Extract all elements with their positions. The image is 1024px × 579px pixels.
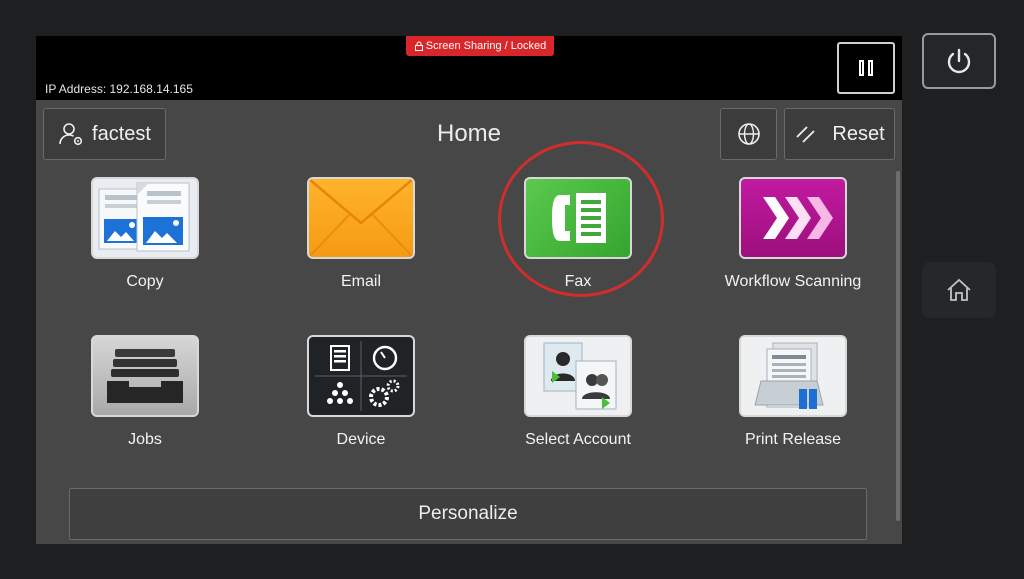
user-settings-icon [59,123,83,146]
screen-lock-banner: Screen Sharing / Locked [406,36,554,56]
device-icon [307,335,415,417]
globe-icon [737,123,760,145]
personalize-button[interactable]: Personalize [69,488,867,540]
app-jobs[interactable]: Jobs [55,335,235,465]
home-icon [947,278,971,301]
highlight-circle [498,141,664,297]
lock-icon [414,41,423,51]
lock-banner-text: Screen Sharing / Locked [425,40,547,52]
app-device[interactable]: Device [271,335,451,465]
reset-icon [796,126,816,143]
app-workflow-scanning[interactable]: Workflow Scanning [703,177,883,307]
app-label: Email [340,273,381,290]
status-bar: Screen Sharing / Locked IP Address: 192.… [36,36,902,100]
page-title: Home [436,120,502,147]
app-label: Jobs [128,431,162,448]
pause-button[interactable] [837,42,895,94]
home-button[interactable] [922,262,996,318]
app-copy[interactable]: Copy [55,177,235,307]
touch-screen: Screen Sharing / Locked IP Address: 192.… [36,36,902,544]
pause-icon [859,60,864,76]
app-label: Workflow Scanning [724,273,862,290]
copy-icon [91,177,199,259]
print-release-icon [739,335,847,417]
language-button[interactable] [720,108,777,160]
app-email[interactable]: Email [271,177,451,307]
app-label: Select Account [525,431,631,448]
reset-button[interactable]: Reset [784,108,895,160]
power-icon [947,48,971,74]
app-print-release[interactable]: Print Release [703,335,883,465]
workflow-scanning-icon [739,177,847,259]
jobs-icon [91,335,199,417]
user-button[interactable]: factest [43,108,166,160]
app-select-account[interactable]: Select Account [488,335,668,465]
ip-address: IP Address: 192.168.14.165 [45,82,193,96]
select-account-icon [524,335,632,417]
app-label: Print Release [744,431,842,448]
email-icon [307,177,415,259]
user-name: factest [92,122,151,145]
power-button[interactable] [922,33,996,89]
reset-label: Reset [832,122,885,145]
app-label: Device [336,431,386,448]
app-label: Copy [126,273,164,290]
scrollbar[interactable] [896,171,900,521]
